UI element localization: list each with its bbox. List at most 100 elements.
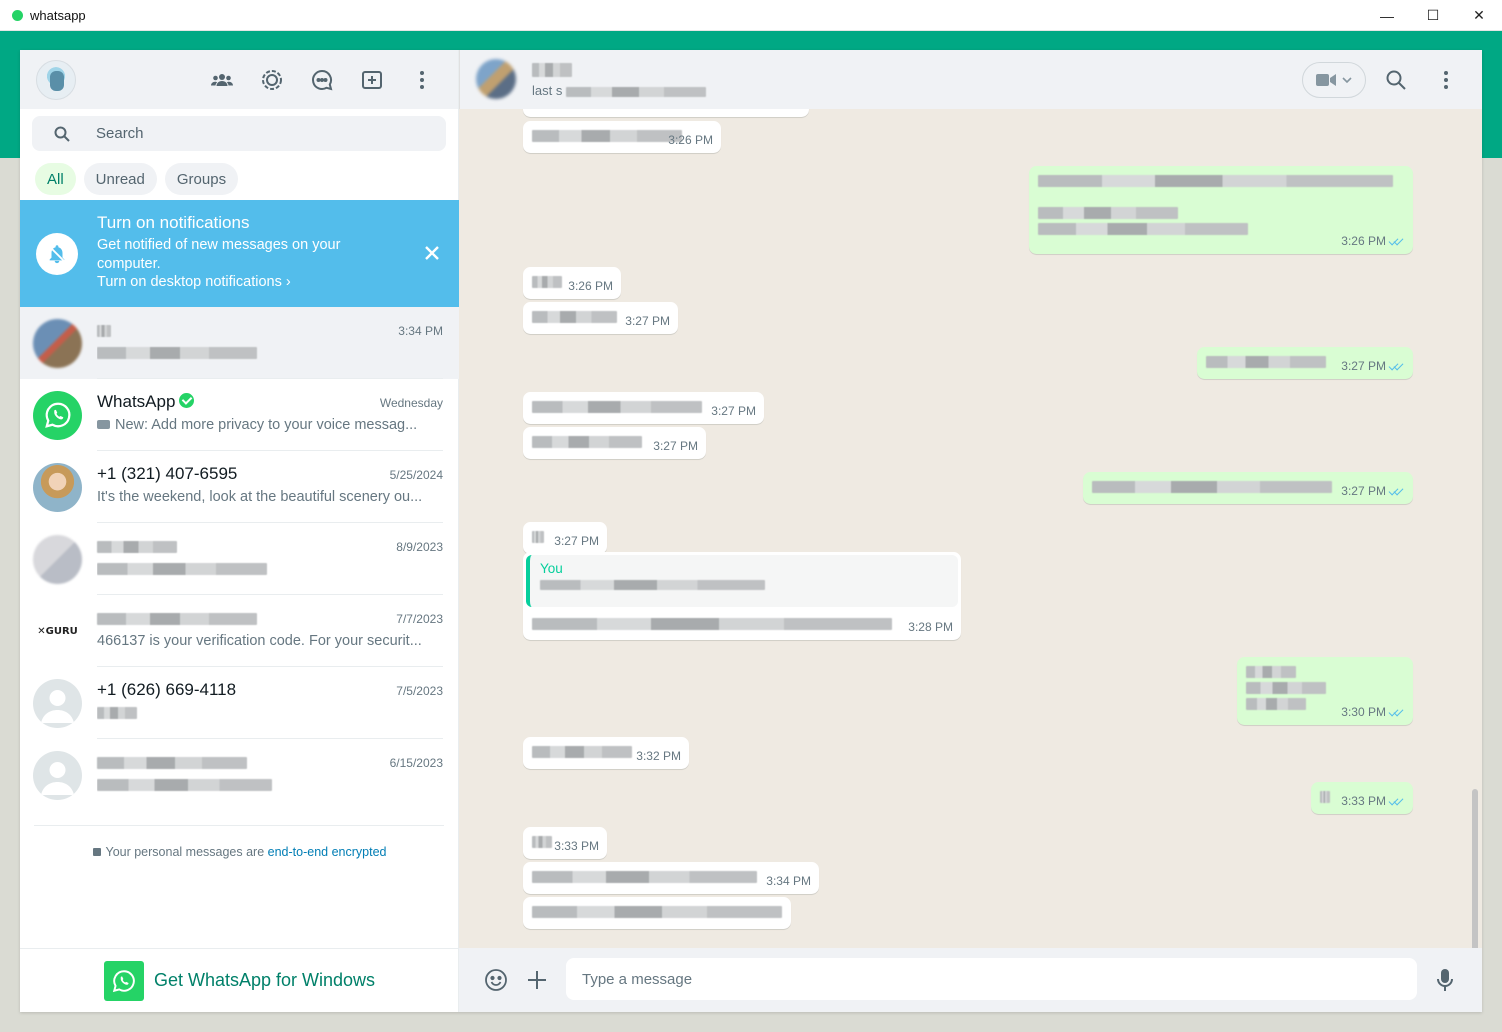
filter-all[interactable]: All [35,163,76,195]
contact-avatar[interactable] [476,59,516,99]
message-bubble-outgoing[interactable]: 3:30 PM [1237,657,1413,725]
chat-preview: It's the weekend, look at the beautiful … [97,489,423,505]
communities-icon[interactable] [202,60,242,100]
chat-item[interactable]: 3:34 PM [20,307,459,379]
chat-name: +1 (321) 407-6595 [97,464,238,483]
search-icon[interactable] [1376,60,1416,100]
chat-time: Wednesday [379,396,443,410]
sidebar: All Unread Groups Turn on notifications … [20,50,459,1012]
message-bubble-incoming[interactable]: 3:27 PM [523,427,706,459]
app-frame: All Unread Groups Turn on notifications … [20,50,1482,1012]
notification-title: Turn on notifications [97,213,250,232]
message-bubble-incoming[interactable] [523,897,791,929]
chat-item[interactable]: WhatsApp Wednesday New: Add more privacy… [20,379,459,451]
enable-notifications-link[interactable]: Turn on desktop notifications › [97,274,291,290]
read-ticks-icon [1389,361,1405,370]
close-window-button[interactable]: ✕ [1456,0,1502,31]
read-ticks-icon [1389,486,1405,495]
contact-avatar [33,462,82,512]
contact-avatar [33,534,82,584]
divider [34,825,444,826]
quoted-message[interactable]: You [526,555,958,607]
search-icon [44,126,80,142]
video-call-button[interactable] [1302,62,1366,98]
chat-name: WhatsApp [97,392,195,412]
status-icon[interactable] [252,60,292,100]
message-bubble-outgoing[interactable]: 3:27 PM [1083,472,1413,504]
chat-item[interactable]: 6/15/2023 [20,739,459,811]
video-call-icon [1316,74,1336,86]
lock-icon [92,848,101,856]
emoji-icon[interactable] [476,960,516,1000]
get-app-banner[interactable]: Get WhatsApp for Windows [20,948,459,1012]
conversation-header[interactable]: last s [459,50,1482,109]
channels-icon[interactable] [302,60,342,100]
read-ticks-icon [1389,796,1405,805]
encryption-link[interactable]: end-to-end encrypted [268,845,387,859]
message-bubble-incoming[interactable]: 3:26 PM [523,267,621,299]
default-avatar-icon [33,750,82,800]
message-bubble-incoming[interactable]: 3:32 PM [523,737,689,769]
read-ticks-icon [1389,236,1405,245]
chat-name [97,320,111,340]
read-ticks-icon [1389,707,1405,716]
microphone-icon[interactable] [1425,960,1465,1000]
chat-preview [97,705,443,721]
message-bubble-reply[interactable]: You 3:28 PM [523,552,961,640]
message-bubble-incoming[interactable]: 3:27 PM [523,302,678,334]
search-row [20,109,458,157]
message-bubble-incoming[interactable]: 3:27 PM [523,392,764,424]
message-composer [459,948,1482,1012]
search-input[interactable] [96,125,396,142]
contact-name [532,61,572,79]
profile-avatar[interactable] [36,59,76,100]
default-avatar-icon [33,678,82,728]
menu-icon[interactable] [1426,60,1466,100]
new-chat-icon[interactable] [352,60,392,100]
chat-preview [97,561,443,577]
whatsapp-logo-icon [103,960,144,1001]
get-app-label: Get WhatsApp for Windows [153,970,376,990]
window-title: whatsapp [30,7,86,23]
message-bubble-incoming[interactable]: 3:26 PM [523,121,721,153]
close-icon[interactable] [419,240,445,266]
video-icon [97,420,110,429]
chat-preview: New: Add more privacy to your voice mess… [97,417,443,433]
chat-time: 7/7/2023 [396,612,443,626]
menu-icon[interactable] [402,60,442,100]
message-bubble-incoming[interactable] [523,109,809,117]
minimize-button[interactable]: — [1364,0,1410,31]
message-bubble-incoming[interactable]: 3:34 PM [523,862,819,894]
message-bubble-outgoing[interactable]: 3:26 PM [1029,166,1413,254]
chat-name [97,752,247,772]
notification-banner[interactable]: Turn on notifications Get notified of ne… [20,200,459,307]
filter-unread[interactable]: Unread [83,163,157,195]
chat-item[interactable]: +1 (321) 407-6595 5/25/2024 It's the wee… [20,451,459,523]
conversation-panel: last s 3:26 PM 3:26 PM 3:26 PM 3:27 PM 3… [459,50,1482,1012]
message-bubble-outgoing[interactable]: 3:27 PM [1197,347,1413,379]
whatsapp-app-icon [12,9,23,21]
filter-groups[interactable]: Groups [164,163,239,195]
sidebar-header [20,50,458,109]
message-bubble-incoming[interactable]: 3:27 PM [523,522,607,554]
quote-author: You [540,561,563,576]
chat-item[interactable]: +1 (626) 669-4118 7/5/2023 [20,667,459,739]
chat-time: 3:34 PM [398,324,443,338]
last-seen: last s [532,83,707,98]
message-bubble-outgoing[interactable]: 3:33 PM [1311,782,1413,814]
sidebar-header-actions [202,50,442,109]
encryption-note: Your personal messages are end-to-end en… [20,845,459,859]
maximize-button[interactable]: ☐ [1410,0,1456,31]
chat-time: 5/25/2024 [389,468,443,482]
search-box [32,116,446,151]
message-bubble-incoming[interactable]: 3:33 PM [523,827,607,859]
whatsapp-logo-icon [33,390,82,440]
chat-item[interactable]: 8/9/2023 [20,523,459,595]
chat-item[interactable]: ✕GURU 7/7/2023 466137 is your verificati… [20,595,459,667]
chat-time: 6/15/2023 [389,756,443,770]
scrollbar[interactable] [1472,789,1478,948]
chat-preview: 466137 is your verification code. For yo… [97,633,422,649]
attach-plus-icon[interactable] [517,960,557,1000]
message-input[interactable] [566,958,1417,1000]
chevron-down-icon [1342,77,1352,83]
